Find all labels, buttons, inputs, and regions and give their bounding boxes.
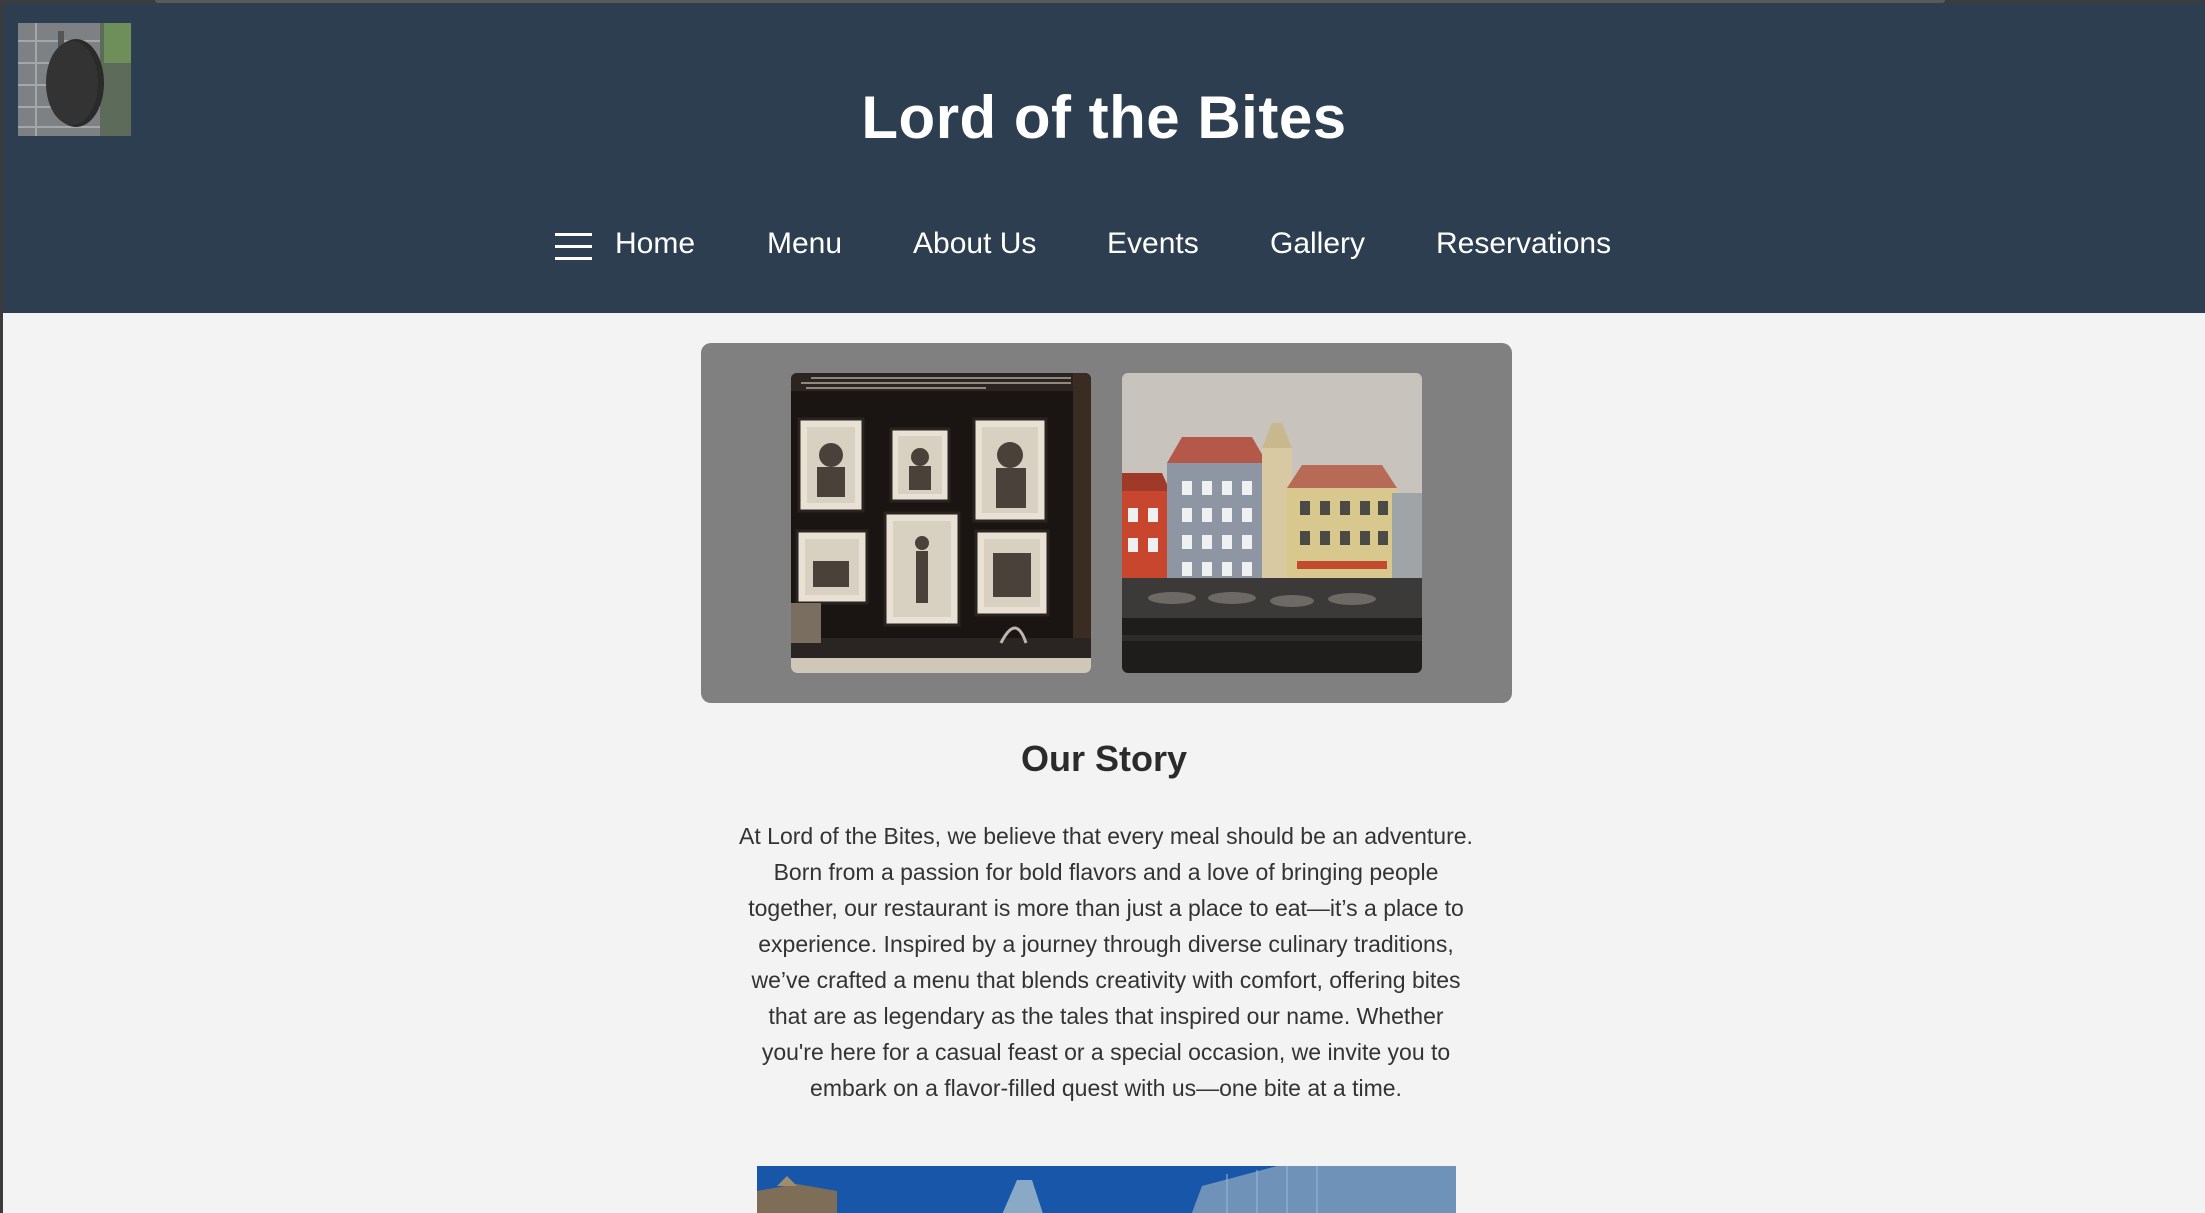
nav-about-us-link[interactable]: About Us: [913, 227, 1036, 261]
nav-menu-link[interactable]: Menu: [767, 227, 842, 261]
bottom-photo-skyscrapers: [757, 1166, 1456, 1213]
site-header: Lord of the Bites Home Menu About Us Eve…: [3, 3, 2205, 313]
page: Lord of the Bites Home Menu About Us Eve…: [3, 3, 2205, 1213]
nav-events-link[interactable]: Events: [1107, 227, 1199, 261]
story-heading: Our Story: [1020, 738, 1188, 779]
story-paragraph: At Lord of the Bites, we believe that ev…: [739, 823, 1473, 1101]
nav-reservations-link[interactable]: Reservations: [1436, 227, 1611, 261]
hamburger-menu-icon[interactable]: [555, 230, 595, 264]
nav-home-link[interactable]: Home: [615, 227, 695, 261]
nav-gallery-link[interactable]: Gallery: [1270, 227, 1365, 261]
photo-gallery: [701, 343, 1512, 703]
gallery-photo-framed-pictures[interactable]: [791, 373, 1091, 673]
main-nav: Home Menu About Us Events Gallery Reserv…: [3, 221, 2205, 275]
site-title: Lord of the Bites: [861, 84, 1347, 151]
gallery-photo-colorful-buildings[interactable]: [1122, 373, 1422, 673]
